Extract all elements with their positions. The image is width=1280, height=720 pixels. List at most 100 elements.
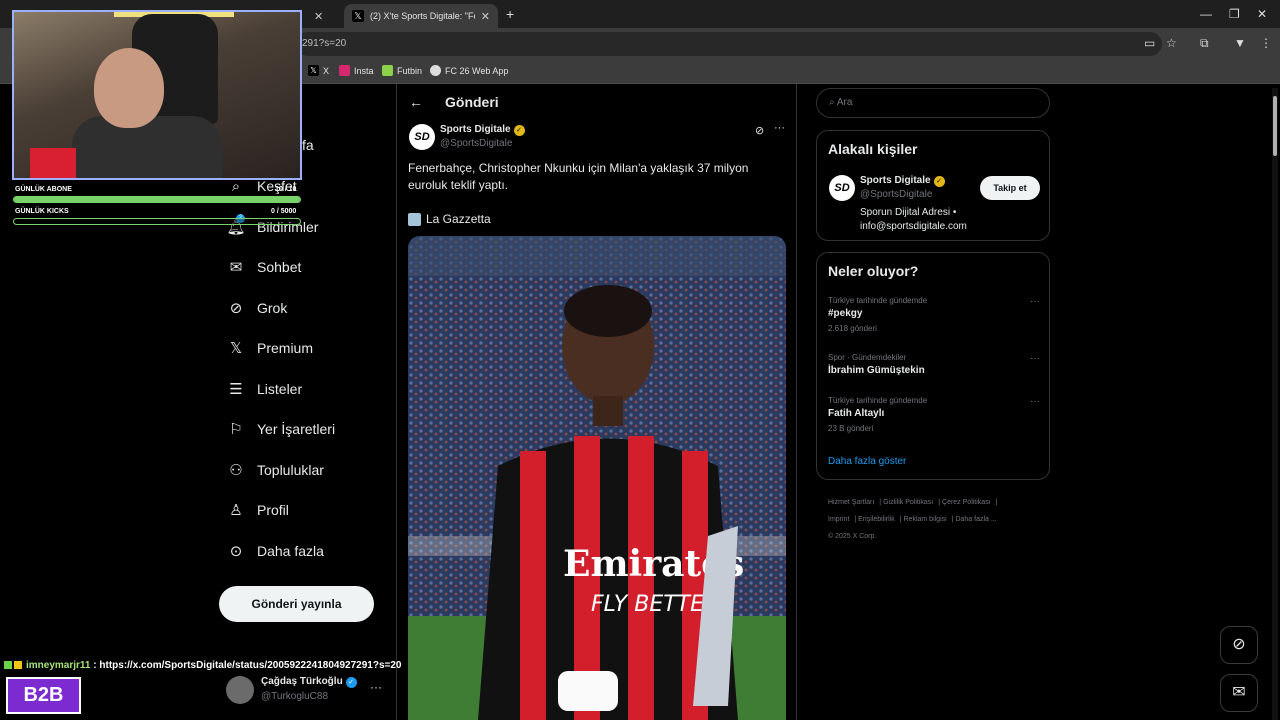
search-icon: ⌕ xyxy=(829,97,837,108)
bar-value: 10 / 10 xyxy=(275,186,297,193)
related-name: Sports Digitale xyxy=(860,175,931,186)
grok-icon[interactable]: ⊘ xyxy=(755,124,764,137)
nav-item-bookmarks[interactable]: ⚐ Yer İşaretleri xyxy=(226,414,335,444)
post-source: La Gazzetta xyxy=(408,212,491,226)
restore-icon[interactable]: ❐ xyxy=(1229,7,1240,21)
bookmark-insta[interactable]: Insta xyxy=(339,65,374,76)
footer-link[interactable]: Reklam bilgisi xyxy=(904,516,947,523)
footer-links: Hizmet Şartları | Gizlilik Politikası | Çe… xyxy=(828,499,998,540)
active-tab[interactable]: 𝕏 (2) X'te Sports Digitale: "Fenerb ✕ xyxy=(344,4,498,28)
slogan-text: FLY BETTER xyxy=(591,592,719,617)
close-tab-icon[interactable]: ✕ xyxy=(314,10,323,23)
author-name: Sports Digitale xyxy=(440,124,511,135)
grok-fab-icon[interactable]: ⊘ xyxy=(1220,626,1258,664)
crown-icon xyxy=(14,661,22,669)
copyright: © 2025 X Corp. xyxy=(828,533,877,540)
nav-item-more[interactable]: ⊙ Daha fazla xyxy=(226,536,324,566)
cast-icon[interactable]: ▭ xyxy=(1144,36,1155,50)
close-window-icon[interactable]: ✕ xyxy=(1257,7,1267,21)
more-icon[interactable]: ··· xyxy=(774,122,785,134)
page-title: Gönderi xyxy=(445,94,499,110)
panel-title: Neler oluyor? xyxy=(828,263,919,279)
search-input[interactable]: ⌕ Ara xyxy=(816,88,1050,118)
futbin-icon xyxy=(382,65,393,76)
verified-icon: ✓ xyxy=(933,176,945,187)
nav-item-profile[interactable]: ♙ Profil xyxy=(226,495,289,525)
footer-link[interactable]: Daha fazla ... xyxy=(955,516,996,523)
follow-button[interactable]: Takip et xyxy=(980,176,1040,200)
post-image[interactable]: Emirates FLY BETTER xyxy=(408,236,786,720)
minimize-icon[interactable]: — xyxy=(1200,7,1212,21)
footer-link[interactable]: Çerez Politikası xyxy=(942,499,991,506)
mail-icon: ✉ xyxy=(229,259,243,276)
footer-link[interactable]: Hizmet Şartları xyxy=(828,499,874,506)
trend-item[interactable]: Spor · Gündemdekiler İbrahim Gümüştekin … xyxy=(828,353,1040,376)
x-favicon-icon: 𝕏 xyxy=(352,10,364,22)
related-people-panel: Alakalı kişiler SD Sports Digitale ✓ @Spo… xyxy=(816,130,1050,241)
messages-fab-icon[interactable]: ✉ xyxy=(1220,674,1258,712)
panel-title: Alakalı kişiler xyxy=(828,141,918,157)
globe-icon xyxy=(430,65,441,76)
instagram-icon xyxy=(339,65,350,76)
subs-progress-bar xyxy=(13,196,301,203)
grok-icon: ⊘ xyxy=(229,300,243,317)
author-handle[interactable]: @SportsDigitale xyxy=(440,138,512,149)
trends-panel: Neler oluyor? Türkiye tarihinde gündemde… xyxy=(816,252,1050,480)
post-button[interactable]: Gönderi yayınla xyxy=(219,586,374,622)
footer-link[interactable]: Gizlilik Politikası xyxy=(883,499,933,506)
avatar[interactable]: SD xyxy=(829,175,855,201)
nav-item-lists[interactable]: ☰ Listeler xyxy=(226,374,302,404)
close-tab-icon[interactable]: ✕ xyxy=(481,10,490,23)
background-tab[interactable]: ✕ xyxy=(300,4,342,28)
list-icon: ☰ xyxy=(229,381,243,398)
nav-item-premium[interactable]: 𝕏 Premium xyxy=(226,333,313,363)
channel-logo: B2B xyxy=(6,677,81,714)
post-text: Fenerbahçe, Christopher Nkunku için Mila… xyxy=(408,161,749,192)
footer-link[interactable]: Imprint xyxy=(828,516,849,523)
scrollbar[interactable] xyxy=(1272,88,1278,720)
related-bio: Sporun Dijital Adresi • info@sportsdigit… xyxy=(860,207,967,232)
show-more-link[interactable]: Daha fazla göster xyxy=(828,456,906,467)
nav-item-communities[interactable]: ⚇ Topluluklar xyxy=(226,455,324,485)
related-handle: @SportsDigitale xyxy=(860,189,933,200)
bar-label: GÜNLÜK ABONE xyxy=(15,186,72,193)
x-icon: 𝕏 xyxy=(308,65,319,76)
new-tab-icon[interactable]: + xyxy=(506,6,514,22)
extensions-icon[interactable]: ⧉ xyxy=(1200,36,1209,51)
search-icon: ⌕ xyxy=(231,177,241,195)
webcam-overlay xyxy=(12,10,302,180)
author-avatar[interactable]: SD xyxy=(409,124,435,150)
more-icon[interactable]: ··· xyxy=(1030,296,1040,307)
nav-home-partial[interactable]: fa xyxy=(302,130,314,160)
x-icon: 𝕏 xyxy=(229,340,243,357)
post-column: ← Gönderi SD Sports Digitale ✓ @SportsDig… xyxy=(396,84,797,720)
bookmark-icon: ⚐ xyxy=(229,421,243,438)
person-icon: ♙ xyxy=(229,502,243,519)
address-bar[interactable]: 291?s=20 xyxy=(296,32,1162,56)
bookmark-x[interactable]: 𝕏X xyxy=(308,65,329,76)
more-icon[interactable]: ··· xyxy=(1030,353,1040,364)
chat-message: imneymarjr11 : https://x.com/SportsDigit… xyxy=(4,660,402,671)
nav-item-chat[interactable]: ✉ Sohbet xyxy=(226,252,302,282)
more-circle-icon: ⊙ xyxy=(229,543,243,560)
tab-title: (2) X'te Sports Digitale: "Fenerb xyxy=(370,11,475,21)
more-icon: ··· xyxy=(370,680,382,694)
bookmark-fc26[interactable]: FC 26 Web App xyxy=(430,65,508,76)
footer-link[interactable]: Erişilebilirlik xyxy=(858,516,895,523)
more-icon[interactable]: ··· xyxy=(1030,396,1040,407)
back-arrow-icon[interactable]: ← xyxy=(409,94,423,110)
bar-label: GÜNLÜK KICKS xyxy=(15,208,69,215)
player-photo: Emirates FLY BETTER xyxy=(408,236,786,720)
bar-value: 0 / 5000 xyxy=(271,208,297,215)
trend-item[interactable]: Türkiye tarihinde gündemde Fatih Altaylı… xyxy=(828,396,1040,433)
badge-icon xyxy=(4,661,12,669)
star-icon[interactable]: ☆ xyxy=(1166,36,1177,50)
newspaper-icon xyxy=(408,212,421,226)
menu-icon[interactable]: ⋮ xyxy=(1260,36,1272,50)
profile-icon[interactable]: ▼ xyxy=(1234,36,1246,50)
nav-item-grok[interactable]: ⊘ Grok xyxy=(226,293,288,323)
bookmark-futbin[interactable]: Futbin xyxy=(382,65,422,76)
avatar xyxy=(226,676,254,704)
trend-item[interactable]: Türkiye tarihinde gündemde #pekgy 2.618 … xyxy=(828,296,1040,333)
account-switcher[interactable]: Çağdaş Türkoğlu ✓ @TurkogluC88 ··· xyxy=(226,674,386,706)
